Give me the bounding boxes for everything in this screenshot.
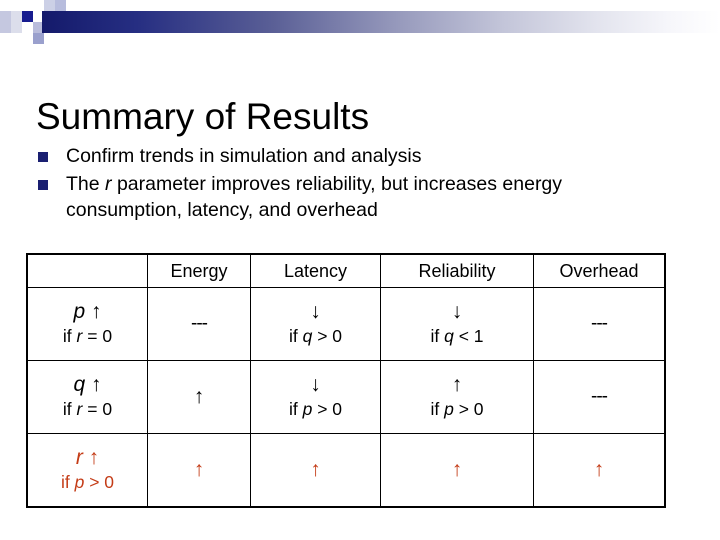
list-item: Confirm trends in simulation and analysi… bbox=[38, 143, 678, 169]
condition-symbol: r bbox=[76, 399, 83, 419]
table-cell-metric: ↓ if q < 1 bbox=[380, 287, 534, 361]
banner-square bbox=[33, 0, 44, 11]
parameter-symbol: q bbox=[73, 373, 86, 396]
trend-arrow-icon: ↑ bbox=[193, 385, 205, 408]
banner-square bbox=[44, 0, 55, 11]
table-cell-metric: ↑ bbox=[147, 360, 251, 434]
bullet-square-icon bbox=[38, 152, 48, 162]
trend-arrow-icon: ↓ bbox=[451, 300, 463, 323]
table-header-cell-reliability: Reliability bbox=[380, 254, 534, 288]
table-row: r ↑ if p > 0 ↑ ↑ ↑ ↑ bbox=[27, 433, 665, 507]
table-header-cell-overhead: Overhead bbox=[533, 254, 665, 288]
decorative-banner bbox=[0, 0, 720, 56]
table-row: p ↑ if r = 0 --- ↓ if q > 0 ↓ if q < 1 --- bbox=[27, 287, 665, 361]
table-cell-metric: ↑ bbox=[147, 433, 251, 507]
table-cell-parameter: r ↑ if p > 0 bbox=[27, 433, 148, 507]
metric-condition: if q < 1 bbox=[430, 326, 484, 346]
trend-arrow-icon: ↑ bbox=[593, 458, 605, 481]
bullet-text: Confirm trends in simulation and analysi… bbox=[66, 145, 422, 167]
condition-symbol: q bbox=[302, 326, 313, 346]
table-cell-metric: --- bbox=[533, 287, 665, 361]
banner-square bbox=[0, 11, 11, 33]
trend-arrow-icon: ↓ bbox=[310, 300, 321, 323]
table-row: q ↑ if r = 0 ↑ ↓ if p > 0 ↑ if p > 0 --- bbox=[27, 360, 665, 434]
table-header-row: Energy Latency Reliability Overhead bbox=[27, 254, 665, 288]
table-cell-metric: ↑ bbox=[533, 433, 665, 507]
table-cell-metric: --- bbox=[147, 287, 251, 361]
banner-square bbox=[22, 22, 33, 33]
condition-symbol: r bbox=[76, 326, 83, 346]
table-cell-metric: ↑ if p > 0 bbox=[380, 360, 534, 434]
metric-condition: if p > 0 bbox=[430, 399, 484, 419]
bullet-list: Confirm trends in simulation and analysi… bbox=[38, 143, 678, 225]
trend-arrow-icon: ↑ bbox=[193, 458, 205, 481]
table-header-cell-latency: Latency bbox=[250, 254, 381, 288]
parameter-condition: if r = 0 bbox=[62, 399, 113, 419]
trend-arrow-icon: ↑ bbox=[451, 458, 463, 481]
bullet-fragment: The bbox=[66, 173, 106, 195]
bullet-square-icon bbox=[38, 180, 48, 190]
parameter-condition: if r = 0 bbox=[62, 326, 113, 346]
table-cell-metric: ↑ bbox=[250, 433, 381, 507]
table-cell-metric: ↑ bbox=[380, 433, 534, 507]
condition-symbol: q bbox=[444, 326, 454, 346]
results-table: Energy Latency Reliability Overhead p ↑ i… bbox=[26, 253, 666, 508]
table-cell-metric: ↓ if p > 0 bbox=[250, 360, 381, 434]
trend-arrow-icon: ↑ bbox=[451, 373, 463, 396]
banner-square bbox=[55, 0, 66, 11]
bullet-fragment: parameter improves reliability, but incr… bbox=[66, 173, 563, 221]
table-header-cell-energy: Energy bbox=[147, 254, 251, 288]
no-effect-marker: --- bbox=[191, 313, 208, 334]
parameter-trend: q ↑ bbox=[73, 373, 102, 396]
table-cell-parameter: q ↑ if r = 0 bbox=[27, 360, 148, 434]
table-cell-parameter: p ↑ if r = 0 bbox=[27, 287, 148, 361]
page-title: Summary of Results bbox=[36, 95, 370, 137]
trend-arrow-icon: ↓ bbox=[310, 373, 321, 396]
table-cell-metric: ↓ if q > 0 bbox=[250, 287, 381, 361]
banner-square bbox=[22, 11, 33, 22]
parameter-symbol: p bbox=[73, 300, 86, 323]
metric-condition: if q > 0 bbox=[288, 326, 343, 346]
parameter-trend: p ↑ bbox=[73, 300, 102, 323]
parameter-symbol: r bbox=[75, 446, 83, 469]
table-cell-metric: --- bbox=[533, 360, 665, 434]
no-effect-marker: --- bbox=[591, 313, 608, 334]
condition-symbol: p bbox=[302, 399, 313, 419]
parameter-condition: if p > 0 bbox=[60, 472, 115, 492]
metric-condition: if p > 0 bbox=[288, 399, 343, 419]
list-item: The r parameter improves reliability, bu… bbox=[38, 171, 678, 223]
banner-square bbox=[11, 11, 22, 33]
no-effect-marker: --- bbox=[591, 386, 608, 407]
trend-arrow-icon: ↑ bbox=[310, 458, 321, 481]
bullet-text: The r parameter improves reliability, bu… bbox=[66, 171, 678, 223]
condition-symbol: p bbox=[74, 472, 85, 492]
table-body: p ↑ if r = 0 --- ↓ if q > 0 ↓ if q < 1 --- q ↑ if… bbox=[27, 287, 665, 507]
table-header-cell-blank bbox=[27, 254, 148, 288]
condition-symbol: p bbox=[444, 399, 454, 419]
parameter-trend: r ↑ bbox=[75, 446, 100, 469]
banner-square bbox=[33, 33, 44, 44]
banner-gradient-bar bbox=[42, 11, 720, 33]
